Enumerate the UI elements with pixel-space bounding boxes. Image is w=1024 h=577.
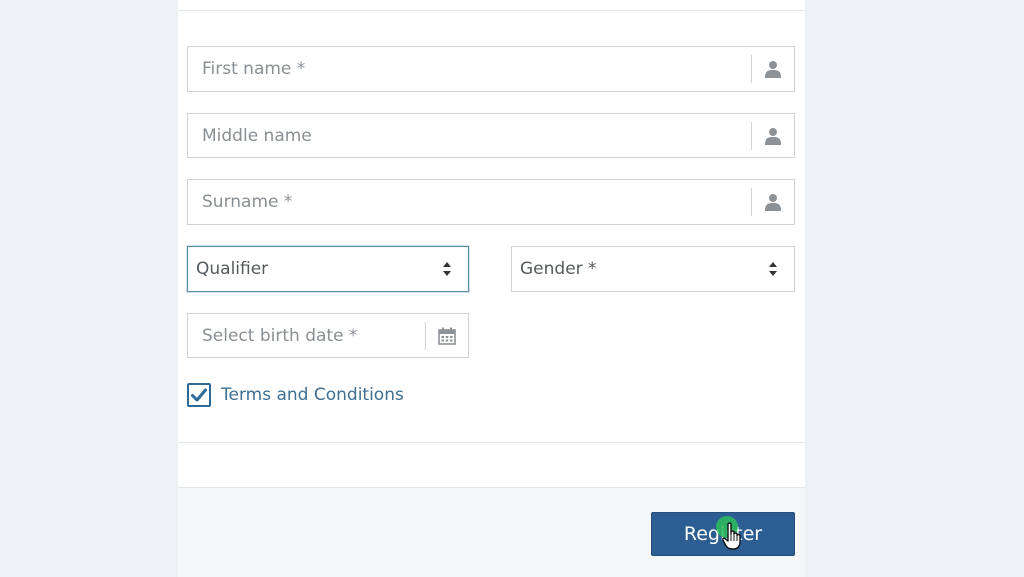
sort-icon <box>426 261 468 277</box>
bottom-divider <box>178 442 805 443</box>
terms-and-conditions-link[interactable]: Terms and Conditions <box>221 385 404 405</box>
top-divider <box>178 10 805 11</box>
registration-panel: First name * Middle name Surname * Quali… <box>178 0 805 577</box>
gender-select[interactable]: Gender * <box>511 246 795 292</box>
hand-pointer-icon <box>722 522 741 550</box>
user-icon <box>751 121 794 150</box>
qualifier-value: Qualifier <box>196 259 269 279</box>
gender-value: Gender * <box>520 259 597 279</box>
middle-name-field[interactable]: Middle name <box>187 113 795 158</box>
user-icon <box>751 188 794 216</box>
terms-row: Terms and Conditions <box>187 383 404 407</box>
terms-checkbox[interactable] <box>187 383 211 407</box>
middle-name-placeholder: Middle name <box>202 125 312 146</box>
form-footer: Register <box>178 487 805 577</box>
sort-icon <box>752 261 794 277</box>
birth-date-field[interactable]: Select birth date * <box>187 313 469 358</box>
first-name-placeholder: First name * <box>202 59 306 79</box>
surname-field[interactable]: Surname * <box>187 179 795 225</box>
qualifier-select[interactable]: Qualifier <box>187 246 469 292</box>
user-icon <box>751 55 794 83</box>
birth-date-placeholder: Select birth date * <box>202 325 358 346</box>
surname-placeholder: Surname * <box>202 192 293 212</box>
calendar-icon[interactable] <box>425 321 468 350</box>
check-icon <box>191 388 207 402</box>
first-name-field[interactable]: First name * <box>187 46 795 92</box>
